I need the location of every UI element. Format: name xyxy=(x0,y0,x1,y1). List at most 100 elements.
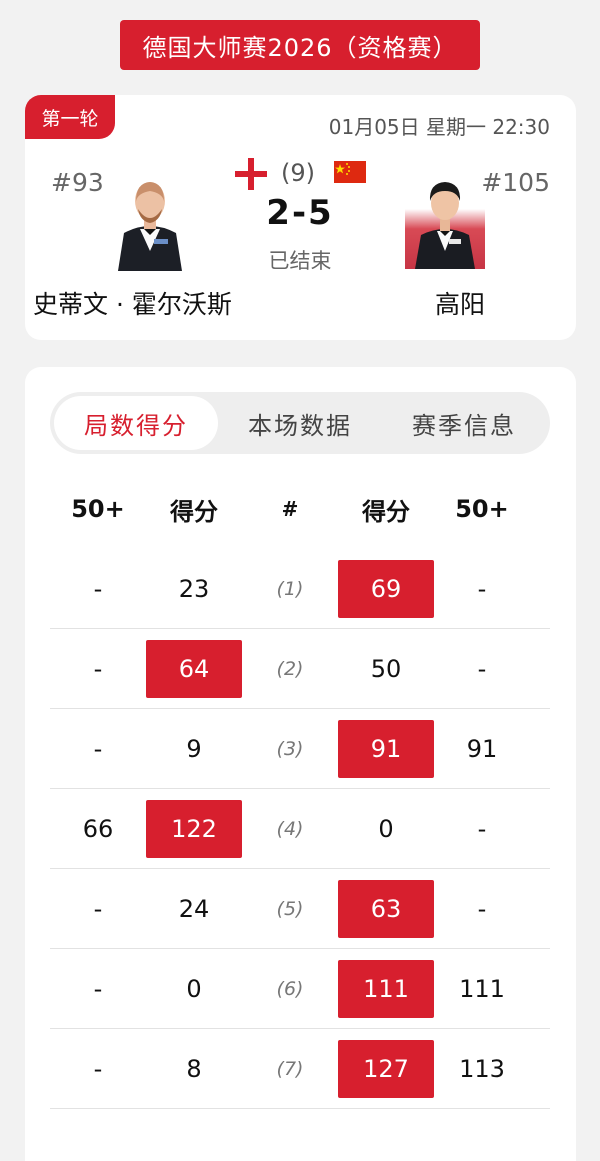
left-score-cell-wrap: 23 xyxy=(146,549,242,629)
left-score-cell-wrap: 64 xyxy=(146,629,242,709)
header-right-score: 得分 xyxy=(362,497,410,526)
right-break-cell: - xyxy=(477,654,487,683)
left-break-cell: - xyxy=(93,574,103,603)
right-break-cell: 113 xyxy=(459,1054,505,1083)
frame-number-cell-wrap: (1) xyxy=(242,549,338,629)
tab-season-info[interactable]: 赛季信息 xyxy=(382,396,546,450)
right-score-cell-wrap: 111 xyxy=(338,949,434,1029)
left-score-cell: 0 xyxy=(186,974,202,1003)
table-row: - 0 (6) 111 111 xyxy=(50,949,550,1029)
right-score-cell-wrap: 50 xyxy=(338,629,434,709)
left-score-cell-wrap: 8 xyxy=(146,1029,242,1109)
left-score-cell: 23 xyxy=(178,574,210,603)
tab-bar: 局数得分 本场数据 赛季信息 xyxy=(50,392,550,454)
frame-number-cell: (2) xyxy=(276,657,304,680)
left-break-cell: - xyxy=(93,734,103,763)
left-break-cell-wrap: - xyxy=(50,1029,146,1109)
right-break-cell-wrap: - xyxy=(434,869,530,949)
left-break-cell-wrap: - xyxy=(50,869,146,949)
frame-number-cell: (5) xyxy=(276,897,304,920)
right-score-cell-wrap: 69 xyxy=(338,549,434,629)
left-break-cell-wrap: - xyxy=(50,629,146,709)
right-score-cell: 91 xyxy=(338,719,434,778)
left-score-cell: 64 xyxy=(146,639,242,698)
tab-frame-scores[interactable]: 局数得分 xyxy=(54,396,218,450)
frame-number-cell: (3) xyxy=(276,737,304,760)
player-right-name[interactable]: 高阳 xyxy=(425,285,495,321)
left-score-cell-wrap: 9 xyxy=(146,709,242,789)
china-flag-icon xyxy=(334,161,366,183)
left-break-cell: - xyxy=(93,1054,103,1083)
left-score-cell: 9 xyxy=(186,734,202,763)
table-header: 50+ 得分 # 得分 50+ xyxy=(50,489,550,529)
left-break-cell-wrap: - xyxy=(50,949,146,1029)
right-score-cell: 127 xyxy=(338,1039,434,1098)
frame-number-cell-wrap: (4) xyxy=(242,789,338,869)
left-break-cell: - xyxy=(93,974,103,1003)
frame-number-cell: (4) xyxy=(276,817,304,840)
right-score-cell: 0 xyxy=(378,814,394,843)
player-right-rank: #105 xyxy=(481,168,550,197)
match-datetime: 01月05日 星期一 22:30 xyxy=(328,115,550,139)
right-score-cell-wrap: 63 xyxy=(338,869,434,949)
frame-number-cell-wrap: (6) xyxy=(242,949,338,1029)
round-badge: 第一轮 xyxy=(25,95,115,139)
frame-number-cell-wrap: (2) xyxy=(242,629,338,709)
header-right-breaks: 50+ xyxy=(455,495,509,523)
table-row: - 24 (5) 63 - xyxy=(50,869,550,949)
left-break-cell-wrap: - xyxy=(50,549,146,629)
right-break-cell-wrap: 113 xyxy=(434,1029,530,1109)
player-left-avatar[interactable] xyxy=(110,171,190,271)
right-break-cell-wrap: - xyxy=(434,629,530,709)
stats-card: 局数得分 本场数据 赛季信息 50+ 得分 # 得分 50+ -23 (1) 69-… xyxy=(25,367,576,1161)
right-score-cell-wrap: 91 xyxy=(338,709,434,789)
right-break-cell: - xyxy=(477,574,487,603)
left-break-cell: - xyxy=(93,654,103,683)
tab-match-stats[interactable]: 本场数据 xyxy=(218,396,382,450)
tournament-title: 德国大师赛2026（资格赛） xyxy=(120,20,480,70)
header-left-score: 得分 xyxy=(170,497,218,526)
england-flag-icon xyxy=(235,158,267,190)
table-row: - 23 (1) 69 - xyxy=(50,549,550,629)
left-break-cell: - xyxy=(93,894,103,923)
left-score-cell-wrap: 122 xyxy=(146,789,242,869)
right-score-cell: 50 xyxy=(370,654,402,683)
player-right-avatar[interactable] xyxy=(405,169,485,269)
frame-number-cell: (7) xyxy=(276,1057,304,1080)
frame-number-cell-wrap: (5) xyxy=(242,869,338,949)
right-break-cell: 91 xyxy=(466,734,498,763)
right-score-cell: 69 xyxy=(338,559,434,618)
right-score-cell: 63 xyxy=(338,879,434,938)
left-break-cell-wrap: 66 xyxy=(50,789,146,869)
frame-table: - 23 (1) 69 - - 64 (2) 50 - - 9 (3) 91 91 66 122 (4) 0 - - 24… xyxy=(50,549,550,1109)
right-break-cell: - xyxy=(477,814,487,843)
right-break-cell-wrap: 111 xyxy=(434,949,530,1029)
header-frame-number: # xyxy=(281,497,299,521)
right-score-cell: 111 xyxy=(338,959,434,1018)
left-score-cell: 24 xyxy=(178,894,210,923)
left-score-cell: 122 xyxy=(146,799,242,858)
frame-number-cell-wrap: (7) xyxy=(242,1029,338,1109)
left-score-cell-wrap: 24 xyxy=(146,869,242,949)
left-break-cell: 66 xyxy=(82,814,114,843)
left-score-cell: 8 xyxy=(186,1054,202,1083)
table-row: 66 122 (4) 0 - xyxy=(50,789,550,869)
table-row: - 9 (3) 91 91 xyxy=(50,709,550,789)
left-score-cell-wrap: 0 xyxy=(146,949,242,1029)
table-row: - 64 (2) 50 - xyxy=(50,629,550,709)
right-score-cell-wrap: 127 xyxy=(338,1029,434,1109)
right-break-cell: - xyxy=(477,894,487,923)
frame-number-cell: (1) xyxy=(276,577,304,600)
match-card[interactable]: 第一轮 01月05日 星期一 22:30 #93 (9) 2-5 已结束 #10… xyxy=(25,95,576,340)
right-break-cell: 111 xyxy=(459,974,505,1003)
table-row: - 8 (7) 127 113 xyxy=(50,1029,550,1109)
player-left-name[interactable]: 史蒂文 · 霍尔沃斯 xyxy=(33,285,232,321)
frame-number-cell-wrap: (3) xyxy=(242,709,338,789)
left-break-cell-wrap: - xyxy=(50,709,146,789)
right-score-cell-wrap: 0 xyxy=(338,789,434,869)
right-break-cell-wrap: 91 xyxy=(434,709,530,789)
seed-label: (9) xyxy=(281,159,315,187)
right-break-cell-wrap: - xyxy=(434,549,530,629)
frame-number-cell: (6) xyxy=(276,977,304,1000)
match-status: 已结束 xyxy=(268,249,332,273)
